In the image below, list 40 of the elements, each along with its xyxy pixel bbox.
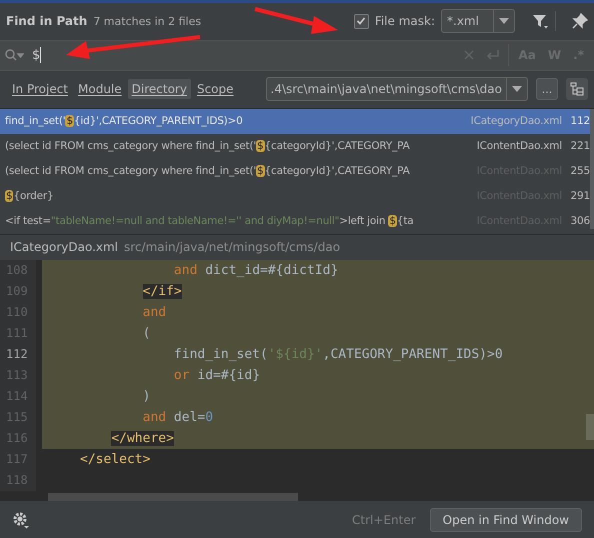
shortcut-hint: Ctrl+Enter — [352, 512, 416, 527]
line-number: 112 — [0, 344, 36, 366]
directory-tree-button[interactable] — [566, 78, 588, 100]
caret-icon — [499, 18, 509, 24]
checkmark-icon — [356, 16, 366, 26]
dialog-title: Find in Path — [6, 14, 88, 28]
open-in-find-window-button[interactable]: Open in Find Window — [430, 508, 582, 532]
result-text: ${order} — [5, 190, 54, 202]
result-line-number: 112 — [570, 115, 590, 128]
file-mask-dropdown[interactable]: *.xml — [441, 9, 515, 34]
result-text: <if test="tableName!=null and tableName!='' and diyMap!=null">left join ${ta — [5, 215, 415, 228]
result-text: (select id FROM cms_category where find_in_set('${categoryId}',CATEGORY_PA — [5, 165, 411, 178]
result-line-number: 291 — [570, 190, 590, 202]
result-row[interactable]: (select id FROM cms_category where find_in_set('${categoryId}',CATEGORY_PA IContentDao.xml 221 — [0, 134, 594, 159]
result-file: IContentDao.xml — [476, 140, 562, 152]
settings-icon[interactable] — [12, 510, 30, 529]
result-file: ICategoryDao.xml — [470, 115, 562, 128]
result-line-number: 221 — [570, 140, 590, 152]
directory-dropdown[interactable]: .4\src\main\java\net\mingsoft\cms\dao — [266, 77, 528, 102]
preview-file-path: src/main/java/net/mingsoft/cms/dao — [124, 240, 340, 254]
result-text: find_in_set('${id}',CATEGORY_PARENT_IDS)>0 — [5, 115, 244, 128]
filter-icon[interactable] — [531, 12, 549, 30]
preview-file-name: ICategoryDao.xml — [10, 240, 118, 254]
scope-tab[interactable]: In Project — [8, 79, 72, 100]
file-mask-checkbox[interactable] — [354, 14, 369, 29]
tree-icon — [570, 82, 584, 96]
file-mask-label: File mask: — [374, 14, 435, 28]
result-line-number: 255 — [570, 165, 590, 178]
search-icon — [4, 48, 24, 62]
match-summary: 7 matches in 2 files — [93, 14, 202, 28]
horizontal-scrollbar[interactable] — [48, 493, 298, 502]
result-text: (select id FROM cms_category where find_in_set('${categoryId}',CATEGORY_PA — [5, 140, 411, 152]
scope-tab[interactable]: Module — [74, 79, 126, 100]
pin-icon[interactable] — [572, 13, 588, 30]
scope-tab[interactable]: Scope — [192, 79, 238, 100]
caret-icon — [512, 86, 522, 92]
browse-button[interactable]: ... — [536, 78, 558, 100]
scope-tab[interactable]: Directory — [128, 79, 191, 100]
result-line-number: 306 — [570, 215, 590, 228]
scrollbar-thumb[interactable] — [586, 414, 594, 440]
